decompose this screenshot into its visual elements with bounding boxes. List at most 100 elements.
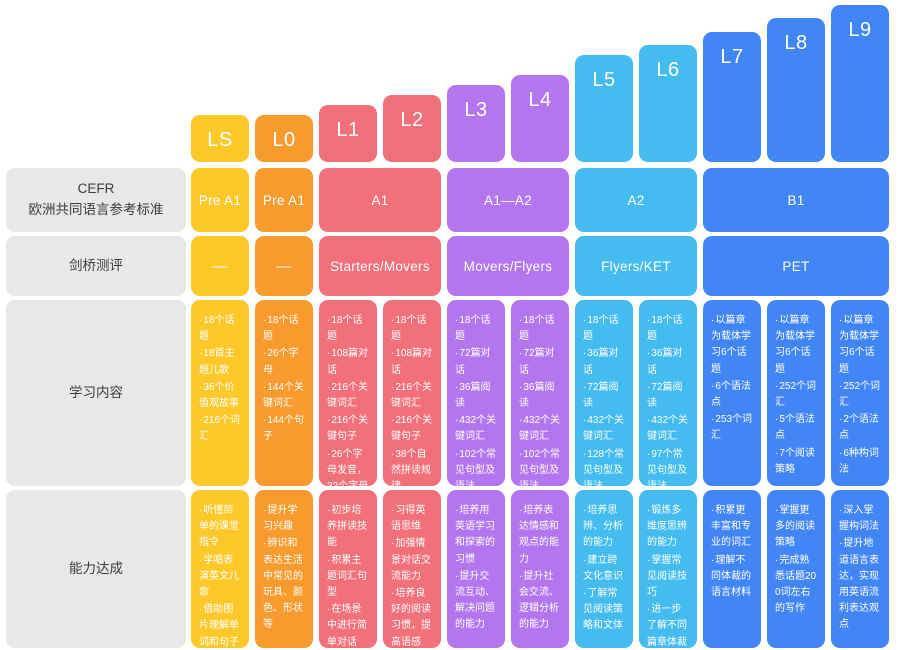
level-bar-L1[interactable]: L1 [319,105,377,162]
level-bar-L6[interactable]: L6 [639,45,697,162]
row-label-cambridge: 剑桥测评 [6,236,186,296]
list-item: 216个关键句子 [327,413,370,445]
content-cell-LS[interactable]: 18个话题18首主题儿歌36个价值观故事216个词汇 [191,300,249,486]
list-item: 253个词汇 [711,412,754,444]
content-cell-L7[interactable]: 以篇章为载体学习6个话题6个语法点253个词汇 [703,300,761,486]
level-bar-label: L4 [528,89,552,111]
content-cell-L5[interactable]: 18个话题36篇对话72篇阅读432个关键词汇128个常见句型及语法 [575,300,633,486]
cambridge-cell-label: — [276,257,292,275]
ability-cell-list: 提升学习兴趣辨识和表达生活中常见的玩具、颜色、形状等 [263,503,306,635]
cambridge-cell-L0[interactable]: — [255,236,313,296]
cambridge-cell-LS[interactable]: — [191,236,249,296]
ability-cell-L7[interactable]: 积累更丰富和专业的词汇理解不同体裁的语言材料 [703,490,761,648]
ability-cell-LS[interactable]: 听懂简单的课堂指令学唱表演英文儿歌借助图片理解单词和句子 [191,490,249,648]
cefr-cell-L1-L2[interactable]: A1 [319,168,441,232]
level-bar-L3[interactable]: L3 [447,85,505,162]
level-bar-L7[interactable]: L7 [703,32,761,162]
list-item: 2个语法点 [839,412,882,444]
level-bar-LS[interactable]: LS [191,115,249,162]
level-bar-L4[interactable]: L4 [511,75,569,162]
list-item: 18个话题 [583,313,626,345]
ability-cell-L9[interactable]: 深入掌握构词法提升地道语言表达，实现用英语流利表达观点 [831,490,889,648]
list-item: 216个关键句子 [391,413,434,445]
list-item: 18个话题 [199,313,242,345]
cambridge-cell-L3-L4[interactable]: Movers/Flyers [447,236,569,296]
list-item: 108篇对话 [327,346,370,378]
cefr-cell-L3-L4[interactable]: A1—A2 [447,168,569,232]
list-item: 提升学习兴趣 [263,503,306,535]
ability-cell-list: 习得英语思维加强情景对话交流能力培养良好的阅读习惯，提高语感 [391,503,434,648]
cefr-cell-L5-L6[interactable]: A2 [575,168,697,232]
ability-cell-L4[interactable]: 培养表达情感和观点的能力提升社会交流、逻辑分析的能力 [511,490,569,648]
list-item: 初步培养拼读技能 [327,503,370,552]
ability-cell-L5[interactable]: 培养思辨、分析的能力建立跨文化意识了解常见阅读策略和文体 [575,490,633,648]
list-item: 培养良好的阅读习惯，提高语感 [391,586,434,648]
cambridge-cell-label: Movers/Flyers [463,258,553,274]
content-cell-L8[interactable]: 以篇章为载体学习6个话题252个词汇5个语法点7个阅读策略 [767,300,825,486]
list-item: 26个字母发音，32个字母组合发音 [327,447,370,487]
ability-cell-L2[interactable]: 习得英语思维加强情景对话交流能力培养良好的阅读习惯，提高语感 [383,490,441,648]
row-label-cefr: CEFR 欧洲共同语言参考标准 [6,168,186,232]
list-item: 432个关键词汇 [519,413,562,445]
content-cell-L9[interactable]: 以篇章为载体学习6个话题252个词汇2个语法点6种构词法 [831,300,889,486]
list-item: 培养表达情感和观点的能力 [519,503,562,568]
row-label-text: 能力达成 [69,560,123,576]
content-cell-L0[interactable]: 18个话题26个字母144个关键词汇144个句子 [255,300,313,486]
ability-cell-list: 锻炼多维度思辨的能力掌握常见阅读技巧进一步了解不同篇章体裁 [647,503,690,648]
list-item: 掌握更多的阅读策略 [775,503,818,552]
list-item: 36篇对话 [583,346,626,378]
content-cell-list: 18个话题36篇对话72篇阅读432个关键词汇128个常见句型及语法 [583,313,626,486]
list-item: 18个话题 [519,313,562,345]
list-item: 432个关键词汇 [647,413,690,445]
content-cell-L1[interactable]: 18个话题108篇对话216个关键词汇216个关键句子26个字母发音，32个字母… [319,300,377,486]
list-item: 锻炼多维度思辨的能力 [647,503,690,552]
list-item: 了解常见阅读策略和文体 [583,586,626,635]
list-item: 432个关键词汇 [455,413,498,445]
list-item: 听懂简单的课堂指令 [199,503,242,552]
level-bar-L9[interactable]: L9 [831,5,889,162]
content-cell-list: 18个话题72篇对话36篇阅读432个关键词汇102个常见句型及语法 [455,313,498,486]
cambridge-cell-L7-L8-L9[interactable]: PET [703,236,889,296]
ability-cell-L8[interactable]: 掌握更多的阅读策略完成熟悉话题200词左右的写作 [767,490,825,648]
ability-cell-L1[interactable]: 初步培养拼读技能积累主题词汇句型在场景中进行简单对话 [319,490,377,648]
list-item: 18首主题儿歌 [199,346,242,378]
level-bar-L2[interactable]: L2 [383,95,441,162]
list-item: 38个自然拼读规律 [391,447,434,487]
list-item: 18个话题 [455,313,498,345]
list-item: 72篇对话 [519,346,562,378]
cefr-cell-LS[interactable]: Pre A1 [191,168,249,232]
cefr-cell-label: A1 [371,192,389,208]
list-item: 以篇章为载体学习6个话题 [711,313,754,378]
level-bar-L0[interactable]: L0 [255,115,313,162]
ability-cell-L0[interactable]: 提升学习兴趣辨识和表达生活中常见的玩具、颜色、形状等 [255,490,313,648]
list-item: 72篇对话 [455,346,498,378]
level-bar-label: L8 [784,32,808,54]
content-cell-L3[interactable]: 18个话题72篇对话36篇阅读432个关键词汇102个常见句型及语法 [447,300,505,486]
content-cell-L2[interactable]: 18个话题108篇对话216个关键词汇216个关键句子38个自然拼读规律36篇自… [383,300,441,486]
list-item: 进一步了解不同篇章体裁 [647,602,690,648]
level-bar-label: L6 [656,59,680,81]
ability-cell-list: 培养用英语学习和探索的习惯提升交流互动、解决问题的能力 [455,503,498,635]
ability-cell-list: 听懂简单的课堂指令学唱表演英文儿歌借助图片理解单词和句子 [199,503,242,648]
list-item: 7个阅读策略 [775,446,818,478]
cambridge-cell-L5-L6[interactable]: Flyers/KET [575,236,697,296]
list-item: 6种构词法 [839,446,882,478]
level-bar-L5[interactable]: L5 [575,55,633,162]
cefr-cell-L0[interactable]: Pre A1 [255,168,313,232]
level-bar-label: L1 [336,119,360,141]
content-cell-L6[interactable]: 18个话题36篇对话72篇阅读432个关键词汇97个常见句型及语法 [639,300,697,486]
content-cell-list: 以篇章为载体学习6个话题6个语法点253个词汇 [711,313,754,446]
ability-cell-L6[interactable]: 锻炼多维度思辨的能力掌握常见阅读技巧进一步了解不同篇章体裁 [639,490,697,648]
list-item: 72篇阅读 [583,380,626,412]
level-bar-L8[interactable]: L8 [767,18,825,162]
cambridge-cell-L1-L2[interactable]: Starters/Movers [319,236,441,296]
ability-cell-L3[interactable]: 培养用英语学习和探索的习惯提升交流互动、解决问题的能力 [447,490,505,648]
list-item: 培养思辨、分析的能力 [583,503,626,552]
list-item: 216个词汇 [199,413,242,445]
content-cell-L4[interactable]: 18个话题72篇对话36篇阅读432个关键词汇102个常见句型及语法 [511,300,569,486]
list-item: 216个关键词汇 [391,380,434,412]
cefr-cell-L7-L8-L9[interactable]: B1 [703,168,889,232]
list-item: 5个语法点 [775,412,818,444]
content-cell-list: 18个话题108篇对话216个关键词汇216个关键句子26个字母发音，32个字母… [327,313,370,486]
list-item: 216个关键词汇 [327,380,370,412]
